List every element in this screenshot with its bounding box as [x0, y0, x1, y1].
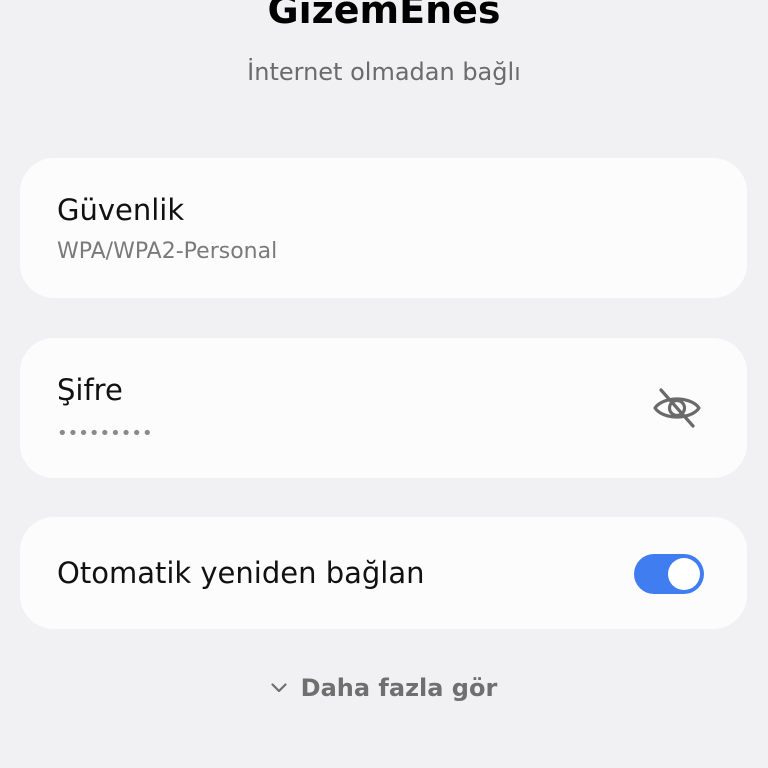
see-more-button[interactable]: Daha fazla gör — [0, 672, 768, 704]
network-status: İnternet olmadan bağlı — [247, 58, 521, 86]
security-title: Güvenlik — [57, 193, 185, 227]
auto-reconnect-card: Otomatik yeniden bağlan — [20, 517, 747, 629]
eye-off-icon — [653, 388, 701, 428]
password-card[interactable]: Şifre ••••••••• — [20, 338, 747, 478]
toggle-knob — [668, 558, 700, 590]
chevron-down-icon — [271, 683, 287, 693]
auto-reconnect-toggle[interactable] — [634, 554, 704, 594]
wifi-network-details: GizemEnes İnternet olmadan bağlı Güvenli… — [0, 0, 768, 768]
auto-reconnect-label: Otomatik yeniden bağlan — [57, 556, 425, 590]
show-password-button[interactable] — [649, 382, 705, 434]
see-more-label: Daha fazla gör — [300, 674, 498, 702]
password-title: Şifre — [57, 373, 123, 407]
network-name: GizemEnes — [267, 0, 501, 32]
password-masked-value: ••••••••• — [57, 423, 153, 444]
security-value: WPA/WPA2-Personal — [57, 239, 278, 264]
security-card: Güvenlik WPA/WPA2-Personal — [20, 158, 747, 298]
